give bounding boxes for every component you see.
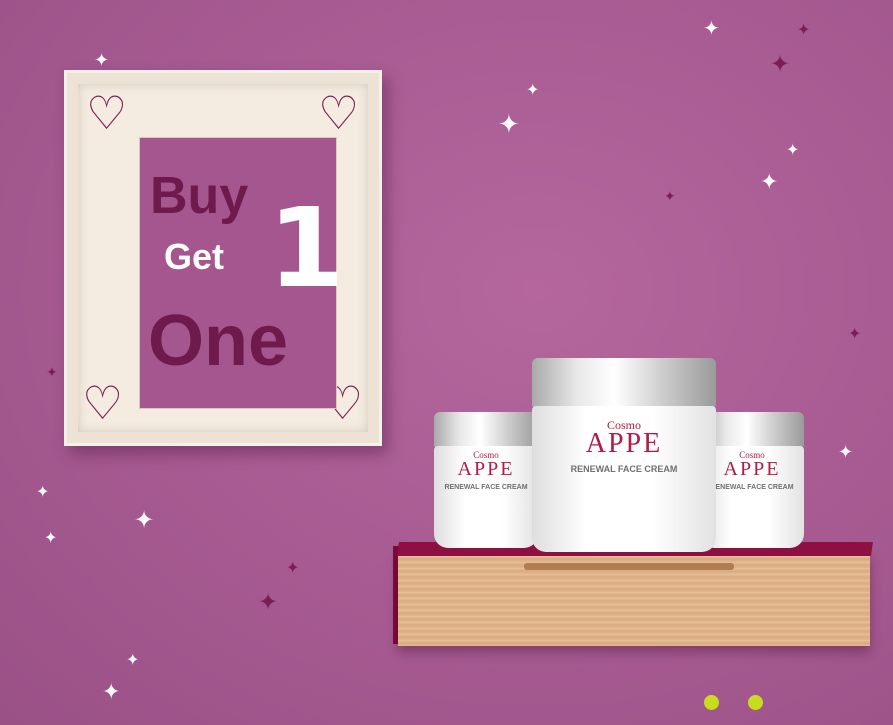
- heart-outline-icon: ♡: [318, 86, 360, 140]
- picture-frame: ♡ ♡ ♡ ♡ Buy Get 1 One: [64, 70, 382, 446]
- sparkle-icon: ✦: [526, 80, 540, 99]
- jar-body: Cosmo APPE RENEWAL FACE CREAM: [434, 446, 538, 548]
- carousel-dot[interactable]: [704, 695, 719, 710]
- sparkle-icon: ✦: [498, 110, 520, 140]
- promo-word-get: Get: [164, 236, 225, 277]
- heart-outline-icon: ♡: [86, 86, 128, 140]
- sparkle-icon: ✦: [258, 588, 279, 616]
- jar-body: Cosmo APPE RENEWAL FACE CREAM: [532, 406, 716, 552]
- sparkle-icon: ✦: [760, 170, 779, 195]
- product-name: RENEWAL FACE CREAM: [444, 484, 528, 491]
- sparkle-icon: ✦: [703, 16, 720, 40]
- frame-mat: ♡ ♡ ♡ ♡ Buy Get 1 One: [78, 84, 368, 432]
- promo-word-one: One: [148, 301, 289, 381]
- shelf-handle: [524, 563, 734, 570]
- promo-word-buy: Buy: [150, 167, 249, 225]
- promo-poster: Buy Get 1 One: [140, 138, 345, 408]
- jar-lid: [532, 358, 716, 408]
- brand-name: APPE: [585, 428, 663, 459]
- sparkle-icon: ✦: [134, 506, 155, 534]
- sparkle-icon: ✦: [797, 20, 811, 39]
- sparkle-icon: ✦: [770, 50, 791, 78]
- sparkle-icon: ✦: [848, 324, 862, 343]
- brand-name: APPE: [457, 458, 515, 480]
- sparkle-icon: ✦: [46, 365, 58, 381]
- heart-outline-icon: ♡: [82, 376, 124, 430]
- sparkle-icon: ✦: [664, 189, 676, 205]
- jar-lid: [434, 412, 538, 448]
- carousel-dot[interactable]: [748, 695, 763, 710]
- sparkle-icon: ✦: [786, 140, 800, 159]
- sparkle-icon: ✦: [286, 558, 300, 577]
- sparkle-icon: ✦: [44, 528, 58, 547]
- sparkle-icon: ✦: [36, 482, 50, 501]
- product-name: RENEWAL FACE CREAM: [570, 464, 678, 474]
- promo-numeral: 1: [268, 184, 345, 312]
- sparkle-icon: ✦: [94, 50, 110, 71]
- cream-jar-left: Cosmo APPE RENEWAL FACE CREAM: [434, 412, 538, 548]
- sparkle-icon: ✦: [126, 650, 140, 669]
- sparkle-icon: ✦: [102, 680, 121, 705]
- sparkle-icon: ✦: [838, 442, 854, 463]
- cream-jar-center: Cosmo APPE RENEWAL FACE CREAM: [532, 358, 716, 552]
